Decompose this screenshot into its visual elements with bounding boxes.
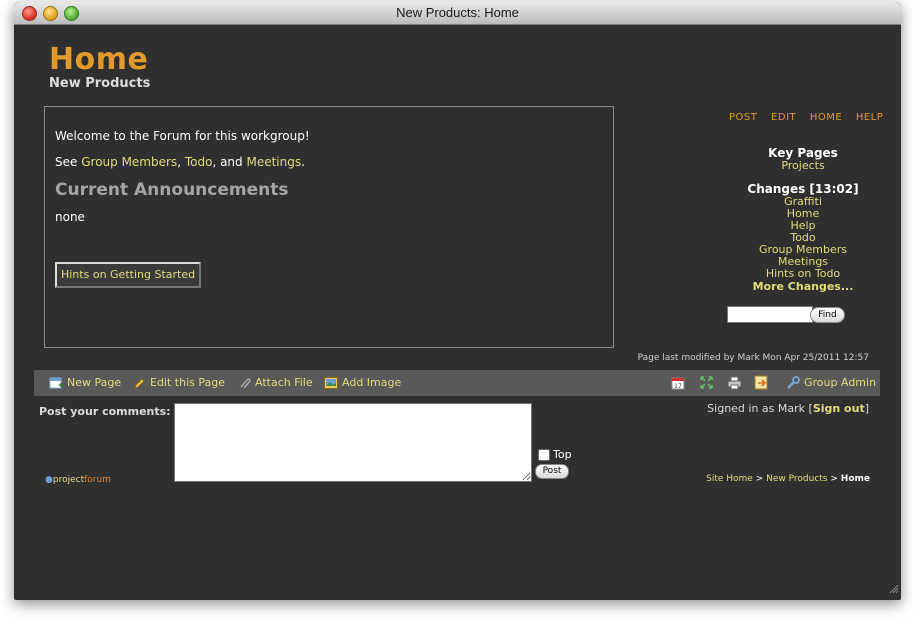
sidebar-link-projects[interactable]: Projects <box>714 160 892 172</box>
sidebar: Key Pages Projects Changes [13:02] Graff… <box>714 146 892 293</box>
post-link[interactable]: POST <box>729 112 757 123</box>
page-title: Home <box>49 42 149 77</box>
edit-link[interactable]: EDIT <box>771 112 796 123</box>
pencil-icon <box>133 377 146 390</box>
breadcrumb-current: Home <box>840 474 870 484</box>
resize-grip-icon[interactable] <box>889 579 899 598</box>
page-subtitle: New Products <box>49 76 151 91</box>
content-box: Welcome to the Forum for this workgroup!… <box>44 106 614 348</box>
home-link[interactable]: HOME <box>810 112 842 123</box>
browser-window: New Products: Home Home New Products Wel… <box>14 2 901 600</box>
help-link[interactable]: HELP <box>856 112 883 123</box>
comma-separator: , <box>177 155 182 169</box>
page-toolbar: New Page Edit this Page Attach File Add … <box>34 370 880 396</box>
find-button[interactable]: Find <box>810 307 845 323</box>
add-image-button[interactable]: Add Image <box>324 376 401 389</box>
expand-icon[interactable] <box>699 375 714 394</box>
breadcrumb: Site Home > New Products > Home <box>574 474 870 484</box>
top-checkbox-label: Top <box>553 448 572 461</box>
svg-text:17: 17 <box>674 383 682 390</box>
breadcrumb-separator: > <box>755 474 764 484</box>
attach-file-button[interactable]: Attach File <box>238 376 313 390</box>
post-button[interactable]: Post <box>535 464 569 479</box>
logo-text-project: project <box>52 475 85 485</box>
comments-label: Post your comments: <box>39 405 171 418</box>
hints-button[interactable]: Hints on Getting Started <box>55 262 202 288</box>
more-changes-link[interactable]: More Changes... <box>714 280 892 293</box>
title-bar: New Products: Home <box>14 2 901 25</box>
logo-text-forum: forum <box>84 475 111 485</box>
attach-file-label: Attach File <box>255 376 313 389</box>
new-page-label: New Page <box>67 376 122 389</box>
window-title: New Products: Home <box>396 5 519 20</box>
todo-link[interactable]: Todo <box>185 155 213 169</box>
group-admin-button[interactable]: Group Admin <box>786 376 876 390</box>
logo-icon: ● <box>45 475 53 485</box>
top-actions: POST EDIT HOME HELP <box>729 112 893 123</box>
signed-in-prefix: Signed in as Mark [ <box>707 402 813 415</box>
meetings-link[interactable]: Meetings <box>246 155 301 169</box>
image-icon <box>324 377 338 389</box>
signed-in-suffix: ] <box>864 402 869 415</box>
signed-in-status: Signed in as Mark [Sign out] <box>614 402 869 415</box>
edit-page-label: Edit this Page <box>150 376 225 389</box>
and-separator: , and <box>212 155 243 169</box>
new-page-icon <box>49 377 63 390</box>
announcements-text: none <box>55 210 85 224</box>
search-input[interactable] <box>727 306 813 323</box>
announcements-heading: Current Announcements <box>55 180 289 200</box>
paperclip-icon <box>238 377 251 390</box>
export-icon[interactable] <box>754 375 769 394</box>
calendar-icon[interactable]: 17 <box>671 375 685 394</box>
see-line: See Group Members, Todo, and Meetings. <box>55 155 305 169</box>
wrench-icon <box>786 376 800 390</box>
sidebar-link-hints-on-todo[interactable]: Hints on Todo <box>714 268 892 280</box>
add-image-label: Add Image <box>342 376 402 389</box>
sign-out-link[interactable]: Sign out <box>813 402 865 415</box>
print-icon[interactable] <box>727 375 742 394</box>
projectforum-logo[interactable]: ●projectforum <box>45 475 111 485</box>
key-pages-heading: Key Pages <box>768 146 838 160</box>
breadcrumb-separator: > <box>830 474 838 484</box>
page-modified-text: Page last modified by Mark Mon Apr 25/20… <box>637 353 869 363</box>
new-page-button[interactable]: New Page <box>49 376 121 390</box>
comment-textarea[interactable] <box>174 403 532 482</box>
breadcrumb-site-home[interactable]: Site Home <box>706 474 753 484</box>
see-prefix: See <box>55 155 78 169</box>
edit-page-button[interactable]: Edit this Page <box>133 376 225 390</box>
breadcrumb-new-products[interactable]: New Products <box>766 474 827 484</box>
group-members-link[interactable]: Group Members <box>81 155 177 169</box>
group-admin-label: Group Admin <box>804 376 877 389</box>
welcome-text: Welcome to the Forum for this workgroup! <box>55 129 310 143</box>
period: . <box>301 155 305 169</box>
top-checkbox[interactable] <box>538 449 550 461</box>
changes-heading: Changes [13:02] <box>747 182 859 196</box>
